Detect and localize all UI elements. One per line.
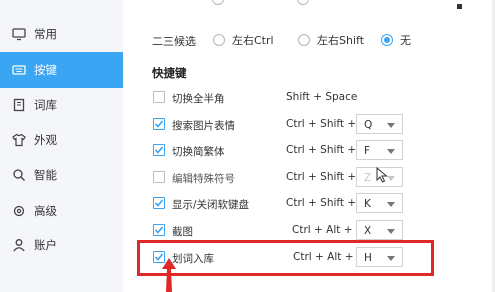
sidebar-item-advanced[interactable]: 高级 <box>0 193 123 229</box>
chevron-down-icon <box>387 149 395 154</box>
shortcut-row-special-symbols: 编辑特殊符号 Ctrl + Shift + Z <box>152 167 482 189</box>
check-icon <box>154 199 164 207</box>
candidate-select-label: 二三候选 <box>152 35 196 48</box>
key-select[interactable]: Q <box>356 114 403 134</box>
sidebar-item-label: 按键 <box>34 63 57 77</box>
chevron-down-icon <box>387 176 395 181</box>
shortcut-row-screenshot: 截图 Ctrl + Alt + X <box>152 220 482 242</box>
sidebar: 常用 按键 词库 外观 智能 高级 账户 <box>0 0 123 292</box>
checkbox[interactable] <box>153 91 165 103</box>
check-icon <box>154 226 164 234</box>
shortcut-name: 切换简繁体 <box>172 146 225 158</box>
shortcut-name: 显示/关闭软键盘 <box>172 199 250 211</box>
radio-label: 左右Shift <box>317 34 365 47</box>
sidebar-item-label: 账户 <box>34 238 57 252</box>
monitor-icon <box>12 27 26 41</box>
radio-button[interactable] <box>213 34 225 46</box>
settings-panel: 二三候选 左右Ctrl 左右Shift 无 快捷键 切换全半角 Shift + … <box>123 0 495 292</box>
book-icon <box>12 98 26 112</box>
clipped-option-row <box>152 0 482 14</box>
sidebar-item-appearance[interactable]: 外观 <box>0 122 123 158</box>
radio-left-right-ctrl[interactable]: 左右Ctrl <box>213 31 274 49</box>
checkbox[interactable] <box>153 118 165 130</box>
sidebar-item-label: 常用 <box>34 27 57 41</box>
candidate-select-row: 二三候选 左右Ctrl 左右Shift 无 <box>152 31 482 49</box>
key-select[interactable]: K <box>356 193 403 213</box>
shortcut-name: 编辑特殊符号 <box>172 173 235 185</box>
radio-none[interactable]: 无 <box>381 31 411 49</box>
clipped-marker <box>457 4 462 9</box>
shortcut-combo: Ctrl + Shift + <box>286 144 357 156</box>
radio-label: 左右Ctrl <box>232 34 274 47</box>
shortcut-row-simplified-traditional: 切换简繁体 Ctrl + Shift + F <box>152 140 482 162</box>
check-icon <box>154 120 164 128</box>
sidebar-item-label: 词库 <box>34 98 57 112</box>
key-value: K <box>364 198 371 210</box>
arrow-annotation-icon <box>162 258 176 292</box>
chevron-down-icon <box>387 123 395 128</box>
shortcut-row-soft-keyboard: 显示/关闭软键盘 Ctrl + Shift + K <box>152 193 482 215</box>
key-select[interactable]: X <box>356 220 403 240</box>
clipped-radio[interactable] <box>212 0 224 5</box>
shirt-icon <box>12 133 26 147</box>
checkbox[interactable] <box>153 171 165 183</box>
sidebar-item-common[interactable]: 常用 <box>0 16 123 52</box>
shortcut-combo: Shift + Space <box>286 91 358 103</box>
shortcut-name: 截图 <box>172 226 193 238</box>
sidebar-item-account[interactable]: 账户 <box>0 227 123 263</box>
shortcut-combo: Ctrl + Shift + <box>286 197 357 209</box>
clipped-radio[interactable] <box>297 0 309 5</box>
shortcut-combo: Ctrl + Shift + <box>286 171 357 183</box>
radio-label: 无 <box>400 34 411 47</box>
radio-button[interactable] <box>381 34 393 46</box>
key-value: F <box>364 145 371 157</box>
checkbox[interactable] <box>153 224 165 236</box>
user-icon <box>12 238 26 252</box>
key-value: X <box>364 225 372 237</box>
sidebar-item-keys[interactable]: 按键 <box>0 52 123 88</box>
gear-icon <box>12 204 26 218</box>
key-select[interactable]: F <box>356 140 403 160</box>
check-icon <box>154 146 164 154</box>
shortcut-name: 搜索图片表情 <box>172 120 235 132</box>
chevron-down-icon <box>387 202 395 207</box>
sidebar-item-lexicon[interactable]: 词库 <box>0 87 123 123</box>
shortcut-row-toggle-width: 切换全半角 Shift + Space <box>152 87 482 109</box>
sidebar-item-label: 高级 <box>34 204 57 218</box>
shortcut-row-image-search: 搜索图片表情 Ctrl + Shift + Q <box>152 114 482 136</box>
keyboard-icon <box>12 63 26 77</box>
search-icon <box>12 168 26 182</box>
shortcuts-section-title: 快捷键 <box>152 66 187 80</box>
checkbox[interactable] <box>153 144 165 156</box>
sidebar-item-label: 智能 <box>34 168 57 182</box>
sidebar-item-label: 外观 <box>34 133 57 147</box>
shortcut-name: 切换全半角 <box>172 93 225 105</box>
checkbox[interactable] <box>153 197 165 209</box>
sidebar-item-smart[interactable]: 智能 <box>0 157 123 193</box>
radio-button[interactable] <box>298 34 310 46</box>
mouse-cursor-icon <box>376 167 388 183</box>
chevron-down-icon <box>387 229 395 234</box>
highlight-annotation <box>137 240 434 276</box>
key-value: Q <box>364 119 373 131</box>
radio-left-right-shift[interactable]: 左右Shift <box>298 31 364 49</box>
shortcut-combo: Ctrl + Shift + <box>286 118 357 130</box>
key-value: Z <box>364 172 372 184</box>
shortcut-combo: Ctrl + Alt + <box>292 224 353 236</box>
